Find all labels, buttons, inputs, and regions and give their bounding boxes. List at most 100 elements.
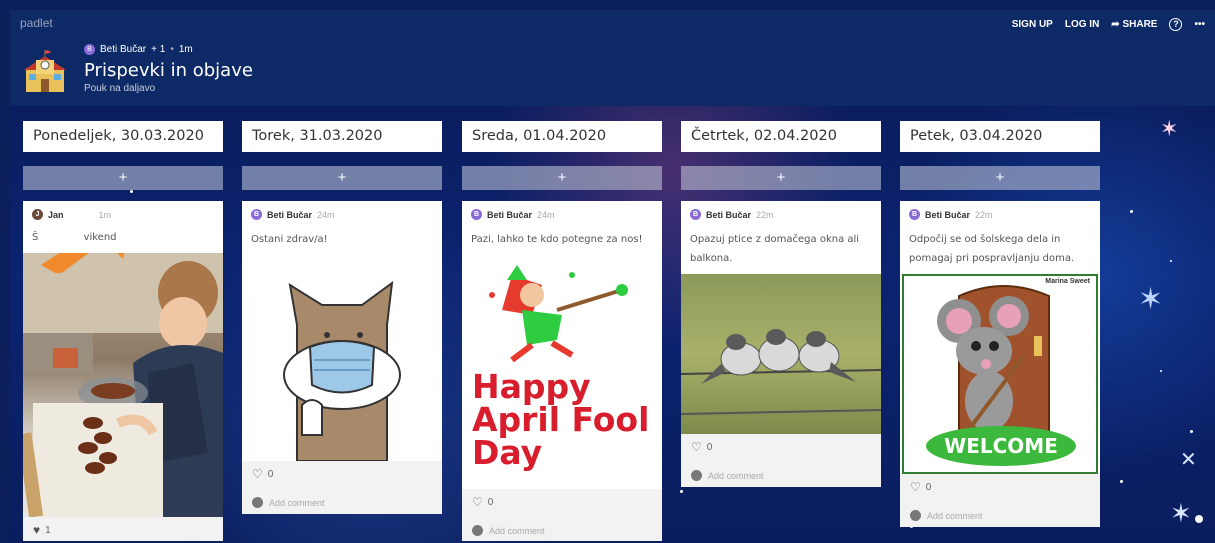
- header-actions: SIGN UP LOG IN ➦ SHARE ? •••: [1012, 18, 1205, 31]
- board-title: Prispevki in objave: [84, 60, 253, 81]
- post-author: B Beti Bučar 24m: [242, 201, 442, 220]
- post-text-end: vikend: [83, 232, 117, 243]
- share-label: SHARE: [1122, 19, 1158, 30]
- like-button[interactable]: ♡ 0: [910, 480, 1090, 494]
- sign-up-button[interactable]: SIGN UP: [1012, 19, 1053, 30]
- post-time: 1m: [98, 209, 112, 220]
- add-comment-button[interactable]: Add comment: [472, 525, 652, 536]
- author-name: Beti Bučar: [100, 44, 147, 55]
- share-button[interactable]: ➦ SHARE: [1111, 19, 1157, 30]
- like-button[interactable]: ♡ 0: [691, 440, 871, 454]
- post-author: J Jan 1m: [23, 201, 223, 220]
- star-decoration: [1120, 480, 1123, 483]
- post-text-start: Š: [32, 232, 39, 243]
- post-image-cat-mask[interactable]: [242, 255, 442, 461]
- post-author: B Beti Bučar 24m: [462, 201, 662, 220]
- column-friday: Petek, 03.04.2020 + B Beti Bučar 22m Odp…: [900, 121, 1100, 527]
- column-heading: Sreda, 01.04.2020: [462, 121, 662, 152]
- author-name: Beti Bučar: [487, 209, 533, 220]
- column-monday: Ponedeljek, 30.03.2020 + J Jan 1m Š vike…: [23, 121, 223, 541]
- school-icon: [24, 50, 66, 92]
- post-time: 22m: [975, 209, 993, 220]
- avatar: J: [32, 209, 43, 220]
- user-avatar-icon: [252, 497, 263, 508]
- column-heading: Torek, 31.03.2020: [242, 121, 442, 152]
- welcome-mat: WELCOME: [926, 426, 1076, 466]
- add-comment-label: Add comment: [927, 510, 983, 521]
- share-icon: ➦: [1111, 19, 1120, 30]
- add-comment-label: Add comment: [489, 525, 545, 536]
- add-post-button[interactable]: +: [900, 166, 1100, 190]
- star-decoration: [1170, 260, 1172, 262]
- like-button[interactable]: ♡ 0: [252, 467, 432, 481]
- star-decoration: [1190, 430, 1193, 433]
- post-card[interactable]: J Jan 1m Š vikend ♥ 1: [23, 201, 223, 541]
- post-author: B Beti Bučar 22m: [900, 201, 1100, 220]
- column-heading: Petek, 03.04.2020: [900, 121, 1100, 152]
- add-post-button[interactable]: +: [462, 166, 662, 190]
- like-button[interactable]: ♥ 1: [33, 523, 213, 537]
- add-post-button[interactable]: +: [23, 166, 223, 190]
- post-card[interactable]: B Beti Bučar 22m Odpočij se od šolskega …: [900, 201, 1100, 527]
- star-decoration: [1160, 370, 1162, 372]
- april-fool-line2: April Fool: [472, 400, 650, 439]
- add-comment-button[interactable]: Add comment: [252, 497, 432, 508]
- avatar: B: [471, 209, 482, 220]
- heart-icon: ♥: [33, 523, 41, 537]
- log-in-button[interactable]: LOG IN: [1065, 19, 1099, 30]
- post-footer: ♡ 0 Add comment: [242, 461, 442, 514]
- post-footer: ♡ 0 Add comment: [462, 489, 662, 541]
- post-footer: ♥ 1: [23, 517, 223, 541]
- contributors-count: + 1: [151, 44, 166, 55]
- author-name: Beti Bučar: [706, 209, 752, 220]
- post-time: 22m: [756, 209, 774, 220]
- cat-with-mask-drawing: [283, 280, 401, 461]
- help-icon[interactable]: ?: [1169, 18, 1183, 31]
- like-count: 0: [925, 481, 932, 493]
- post-card[interactable]: B Beti Bučar 22m Opazuj ptice z domačega…: [681, 201, 881, 487]
- post-text: Pazi, lahko te kdo potegne za nos!: [471, 234, 643, 245]
- post-author: B Beti Bučar 22m: [681, 201, 881, 220]
- like-count: 1: [45, 524, 51, 536]
- avatar: B: [251, 209, 262, 220]
- add-comment-label: Add comment: [708, 470, 764, 481]
- avatar: B: [909, 209, 920, 220]
- add-comment-label: Add comment: [269, 497, 325, 508]
- add-post-button[interactable]: +: [681, 166, 881, 190]
- sparkle-icon: ✕: [1180, 449, 1197, 471]
- post-text: Odpočij se od šolskega dela in pomagaj p…: [909, 234, 1075, 264]
- user-avatar-icon: [691, 470, 702, 481]
- heart-outline-icon: ♡: [910, 480, 921, 494]
- post-text: Ostani zdrav/a!: [251, 234, 328, 245]
- column-thursday: Četrtek, 02.04.2020 + B Beti Bučar 22m O…: [681, 121, 881, 487]
- add-comment-button[interactable]: Add comment: [910, 510, 1090, 521]
- heart-outline-icon: ♡: [252, 467, 263, 481]
- padlet-logo[interactable]: padlet: [20, 16, 53, 30]
- arrow-pointer-icon: [41, 253, 125, 273]
- add-comment-button[interactable]: Add comment: [691, 470, 871, 481]
- like-button[interactable]: ♡ 0: [472, 495, 652, 509]
- post-time: 24m: [537, 209, 555, 220]
- post-text: Opazuj ptice z domačega okna ali balkona…: [690, 234, 860, 264]
- post-image-boy-baking[interactable]: [23, 253, 223, 517]
- more-icon[interactable]: •••: [1194, 19, 1205, 30]
- jester-illustration: [489, 265, 628, 363]
- post-card[interactable]: B Beti Bučar 24m Ostani zdrav/a! ♡ 0 Add…: [242, 201, 442, 514]
- user-avatar-icon: [472, 525, 483, 536]
- sparkle-icon: ✶: [1170, 498, 1192, 528]
- author-name: Jan: [48, 209, 64, 220]
- author-avatar: B: [84, 44, 95, 55]
- post-card[interactable]: B Beti Bučar 24m Pazi, lahko te kdo pote…: [462, 201, 662, 541]
- heart-outline-icon: ♡: [472, 495, 483, 509]
- image-caption: Marina Sweet: [1045, 278, 1090, 285]
- post-image-birds[interactable]: [681, 274, 881, 434]
- avatar: B: [690, 209, 701, 220]
- post-image-welcome-mouse[interactable]: Marina Sweet WELCOME: [902, 274, 1098, 474]
- april-fool-line1: Happy: [472, 367, 591, 406]
- add-post-button[interactable]: +: [242, 166, 442, 190]
- board-updated-time: 1m: [178, 44, 193, 55]
- author-name: Beti Bučar: [267, 209, 313, 220]
- post-image-april-fool[interactable]: Happy April Fool Day: [462, 255, 662, 489]
- like-count: 0: [706, 441, 713, 453]
- column-heading: Četrtek, 02.04.2020: [681, 121, 881, 152]
